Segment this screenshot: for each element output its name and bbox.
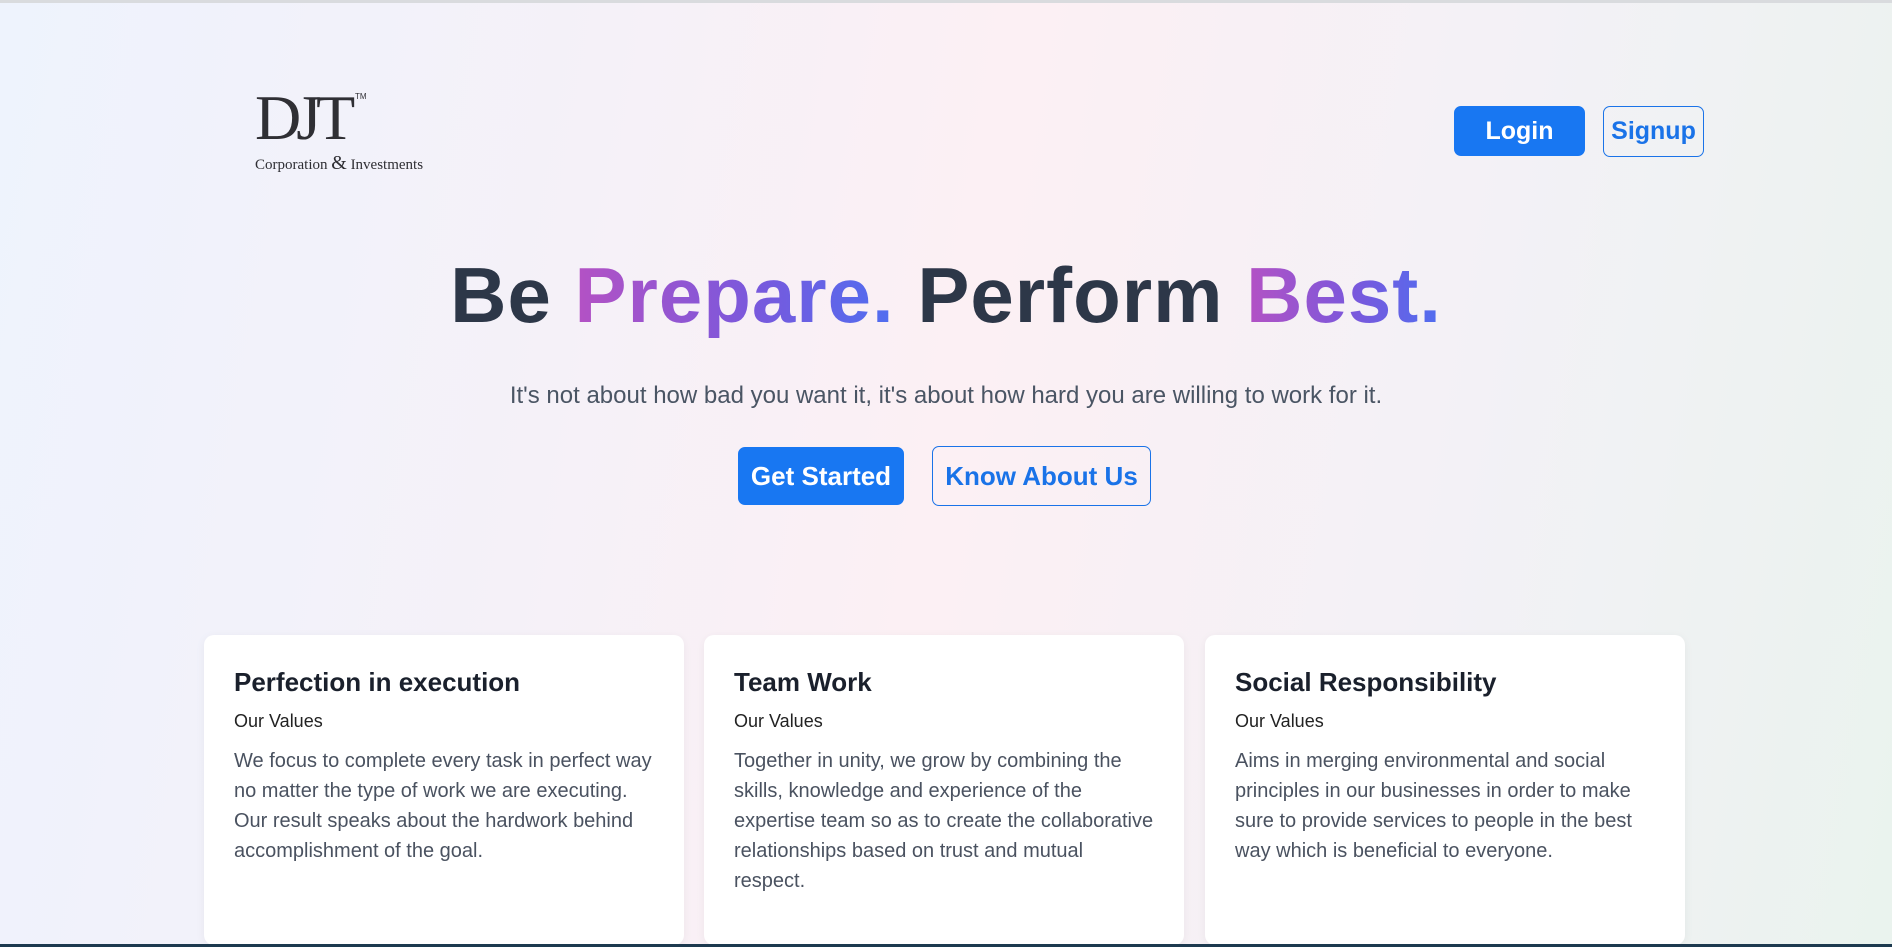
logo-tagline-right: Investments (350, 157, 424, 173)
card-text: Aims in merging environmental and social… (1235, 750, 1632, 862)
card-title: Team Work (734, 667, 872, 697)
hero-subtitle: It's not about how bad you want it, it's… (509, 382, 1383, 409)
top-border (0, 0, 1892, 3)
card-subtitle: Our Values (1235, 711, 1324, 731)
hero-title: Be Prepare. Perform Best. (0, 250, 1892, 340)
card-subtitle: Our Values (234, 711, 323, 731)
logo-tagline-amp: & (331, 152, 347, 174)
logo-tagline: Corporation & Investments (255, 152, 423, 175)
company-logo[interactable]: DJT TM Corporation & Investments (255, 86, 445, 176)
hero-title-highlight: Prepare. (574, 251, 895, 339)
signup-button[interactable]: Signup (1603, 106, 1704, 157)
card-text: We focus to complete every task in perfe… (234, 750, 652, 862)
card-subtitle: Our Values (734, 711, 823, 731)
know-about-us-button[interactable]: Know About Us (932, 446, 1151, 506)
hero-title-word: Perform (917, 251, 1224, 339)
hero-title-highlight: Best. (1246, 251, 1442, 339)
value-card: Team Work Our Values Together in unity, … (704, 635, 1184, 945)
get-started-button[interactable]: Get Started (738, 447, 904, 505)
login-button[interactable]: Login (1454, 106, 1585, 156)
hero-title-word: Be (450, 251, 552, 339)
value-card: Social Responsibility Our Values Aims in… (1205, 635, 1685, 945)
logo-mark: DJT (255, 82, 355, 153)
logo-trademark: TM (355, 92, 367, 101)
card-title: Social Responsibility (1235, 667, 1497, 697)
value-card: Perfection in execution Our Values We fo… (204, 635, 684, 945)
logo-tagline-left: Corporation (255, 157, 328, 173)
card-text: Together in unity, we grow by combining … (734, 750, 1154, 892)
card-title: Perfection in execution (234, 667, 521, 697)
